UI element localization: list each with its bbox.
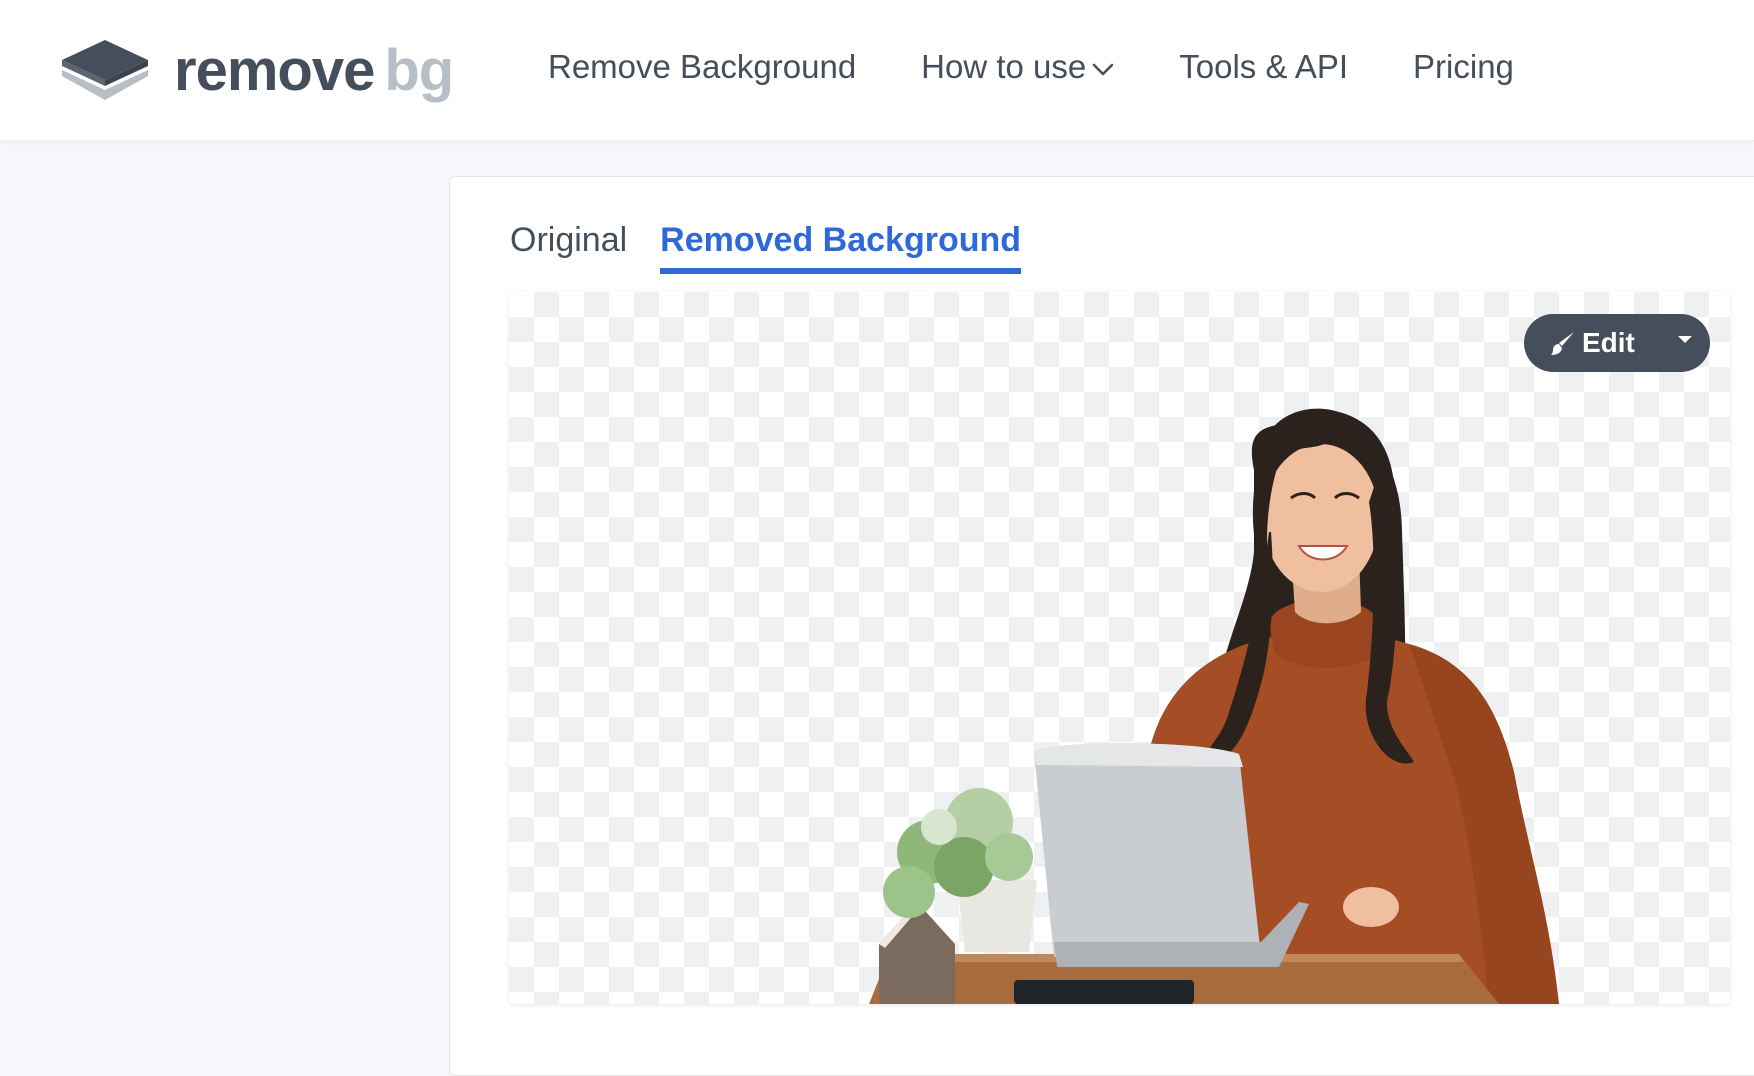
nav-tools-api[interactable]: Tools & API — [1179, 48, 1348, 86]
nav-how-to-use-label: How to use — [921, 48, 1087, 85]
chevron-down-icon — [1092, 63, 1114, 76]
logo-word-bg: bg — [384, 38, 454, 103]
caret-down-icon[interactable] — [1678, 336, 1692, 343]
main-nav: Remove Background How to use Tools & API… — [548, 48, 1514, 86]
logo-wordmark: remove bg — [174, 38, 454, 103]
cutout-photo — [869, 408, 1559, 1004]
logo-word-remove: remove — [174, 38, 375, 103]
tab-removed-background[interactable]: Removed Background — [660, 221, 1022, 274]
layers-icon — [62, 40, 148, 100]
removebg-logo[interactable]: remove bg — [62, 38, 454, 104]
edit-main-action[interactable]: Edit — [1524, 314, 1635, 372]
nav-pricing[interactable]: Pricing — [1413, 48, 1514, 86]
result-tabs: Original Removed Background — [510, 221, 1022, 274]
edit-button-label: Edit — [1582, 327, 1635, 358]
image-preview[interactable] — [509, 292, 1730, 1004]
tab-original[interactable]: Original — [510, 221, 627, 268]
edit-button[interactable]: Edit — [1524, 314, 1710, 372]
nav-remove-background[interactable]: Remove Background — [548, 48, 856, 86]
nav-how-to-use[interactable]: How to use — [921, 48, 1114, 86]
brush-icon — [1551, 332, 1574, 355]
top-header: remove bg Remove Background How to use T… — [0, 0, 1754, 141]
